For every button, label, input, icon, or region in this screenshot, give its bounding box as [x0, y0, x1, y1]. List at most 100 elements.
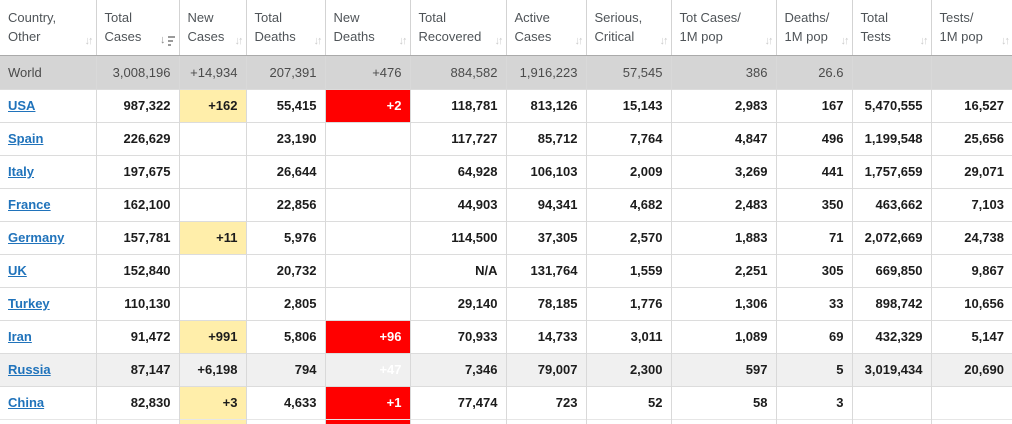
- country-cell: World: [0, 55, 96, 89]
- table-cell: 1,559: [586, 254, 671, 287]
- country-link[interactable]: UK: [8, 263, 27, 278]
- column-header-serious-critical[interactable]: Serious, Critical ↓↑ ↓: [586, 0, 671, 55]
- column-label: Total: [255, 8, 319, 27]
- table-row: Germany157,781+115,976114,50037,3052,570…: [0, 221, 1012, 254]
- country-link[interactable]: Russia: [8, 362, 51, 377]
- table-cell: 197,675: [96, 155, 179, 188]
- table-cell: [179, 188, 246, 221]
- sort-both-icon[interactable]: ↓↑: [660, 36, 667, 47]
- table-cell: 87,147: [96, 353, 179, 386]
- column-header-active-cases[interactable]: Active Cases ↓↑ ↓: [506, 0, 586, 55]
- table-cell: 57,545: [586, 55, 671, 89]
- column-label: Other: [8, 27, 90, 46]
- table-row: China82,830+34,633+177,47472352583: [0, 386, 1012, 419]
- table-cell: 152,840: [96, 254, 179, 287]
- table-cell: 669,850: [852, 254, 931, 287]
- table-cell: 207,391: [246, 55, 325, 89]
- table-cell: +3: [179, 386, 246, 419]
- table-cell: 4,847: [671, 122, 776, 155]
- column-header-total-recovered[interactable]: Total Recovered ↓↑ ↓: [410, 0, 506, 55]
- table-cell: 110,130: [96, 287, 179, 320]
- sort-both-icon[interactable]: ↓↑: [575, 36, 582, 47]
- sort-both-icon[interactable]: ↓↑: [399, 36, 406, 47]
- table-cell: +14,934: [179, 55, 246, 89]
- table-cell: [586, 419, 671, 424]
- table-cell: +162: [179, 89, 246, 122]
- country-cell: Spain: [0, 122, 96, 155]
- column-header-total-deaths[interactable]: Total Deaths ↓↑ ↓: [246, 0, 325, 55]
- table-cell: 7,346: [410, 353, 506, 386]
- column-header-new-cases[interactable]: New Cases ↓↑ ↓: [179, 0, 246, 55]
- table-cell: 5,470,555: [852, 89, 931, 122]
- column-header-cases-per-1m[interactable]: Tot Cases/ 1M pop ↓↑ ↓: [671, 0, 776, 55]
- table-cell: N/A: [410, 254, 506, 287]
- sort-both-icon[interactable]: ↓↑: [765, 36, 772, 47]
- country-cell: Iran: [0, 320, 96, 353]
- table-cell: 55,415: [246, 89, 325, 122]
- sort-both-icon[interactable]: ↓↑: [841, 36, 848, 47]
- column-label: Tests/: [940, 8, 1007, 27]
- table-cell: [931, 55, 1012, 89]
- country-link[interactable]: China: [8, 395, 44, 410]
- column-label: Country,: [8, 8, 90, 27]
- country-cell: USA: [0, 89, 96, 122]
- country-link[interactable]: USA: [8, 98, 35, 113]
- column-label: New: [334, 8, 404, 27]
- country-cell: Germany: [0, 221, 96, 254]
- table-cell: 597: [671, 353, 776, 386]
- sort-both-icon[interactable]: ↓↑: [495, 36, 502, 47]
- table-cell: [179, 254, 246, 287]
- table-cell: 26.6: [776, 55, 852, 89]
- table-row: Iran91,472+9915,806+9670,93314,7333,0111…: [0, 320, 1012, 353]
- country-cell: China: [0, 386, 96, 419]
- sort-both-icon[interactable]: ↓↑: [235, 36, 242, 47]
- column-label: Serious,: [595, 8, 665, 27]
- column-label: Cases: [515, 27, 580, 46]
- column-label: Tot Cases/: [680, 8, 770, 27]
- table-row: [0, 419, 1012, 424]
- table-cell: 441: [776, 155, 852, 188]
- table-cell: 813,126: [506, 89, 586, 122]
- column-header-tests-per-1m[interactable]: Tests/ 1M pop ↓↑ ↓: [931, 0, 1012, 55]
- table-cell: 350: [776, 188, 852, 221]
- sort-both-icon[interactable]: ↓↑: [920, 36, 927, 47]
- column-label: Recovered: [419, 27, 500, 46]
- table-cell: 3,011: [586, 320, 671, 353]
- sort-both-icon[interactable]: ↓↑: [1001, 36, 1008, 47]
- column-header-new-deaths[interactable]: New Deaths ↓↑ ↓: [325, 0, 410, 55]
- country-link[interactable]: Italy: [8, 164, 34, 179]
- column-label: New: [188, 8, 240, 27]
- table-cell: 23,190: [246, 122, 325, 155]
- table-cell: 496: [776, 122, 852, 155]
- sort-desc-icon[interactable]: ↓: [160, 35, 175, 46]
- table-cell: 1,776: [586, 287, 671, 320]
- country-link[interactable]: Spain: [8, 131, 43, 146]
- table-cell: 118,781: [410, 89, 506, 122]
- column-header-country[interactable]: Country, Other ↓↑ ↓: [0, 0, 96, 55]
- country-link[interactable]: France: [8, 197, 51, 212]
- column-header-total-tests[interactable]: Total Tests ↓↑ ↓: [852, 0, 931, 55]
- table-cell: 898,742: [852, 287, 931, 320]
- table-cell: 91,472: [96, 320, 179, 353]
- sort-both-icon[interactable]: ↓↑: [85, 36, 92, 47]
- table-cell: 5,147: [931, 320, 1012, 353]
- table-cell: 162,100: [96, 188, 179, 221]
- table-cell: +11: [179, 221, 246, 254]
- column-header-total-cases[interactable]: Total Cases ↓↑ ↓: [96, 0, 179, 55]
- table-cell: 5,806: [246, 320, 325, 353]
- sort-both-icon[interactable]: ↓↑: [314, 36, 321, 47]
- country-link[interactable]: Turkey: [8, 296, 50, 311]
- table-cell: 2,483: [671, 188, 776, 221]
- column-label: Total: [419, 8, 500, 27]
- column-header-deaths-per-1m[interactable]: Deaths/ 1M pop ↓↑ ↓: [776, 0, 852, 55]
- country-link[interactable]: Iran: [8, 329, 32, 344]
- table-cell: 79,007: [506, 353, 586, 386]
- country-link[interactable]: Germany: [8, 230, 64, 245]
- table-row: Russia87,147+6,198794+477,34679,0072,300…: [0, 353, 1012, 386]
- table-cell: 1,883: [671, 221, 776, 254]
- table-cell: 117,727: [410, 122, 506, 155]
- table-cell: 24,738: [931, 221, 1012, 254]
- column-label: Cases: [188, 27, 240, 46]
- table-cell: 33: [776, 287, 852, 320]
- table-cell: 5: [776, 353, 852, 386]
